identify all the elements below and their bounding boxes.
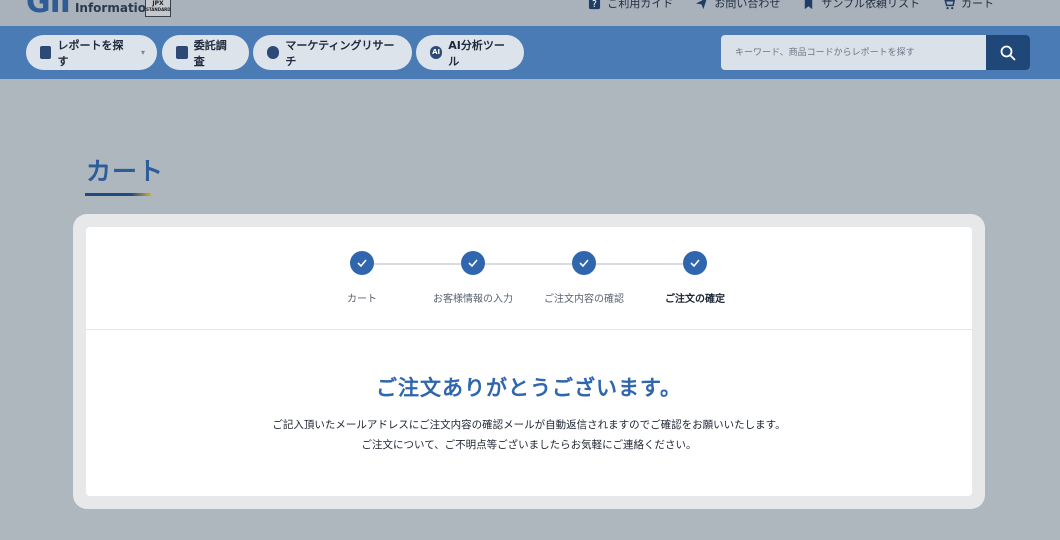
nav-label: レポートを探す bbox=[57, 38, 124, 68]
util-link-contact[interactable]: お問い合わせ bbox=[695, 0, 780, 11]
step-label: お客様情報の入力 bbox=[433, 294, 513, 305]
badge-line2: STANDARD bbox=[146, 6, 171, 12]
page-title: カート bbox=[86, 157, 165, 186]
check-icon bbox=[357, 259, 367, 268]
thank-you-heading: ご注文ありがとうございます。 bbox=[376, 376, 682, 400]
report-icon bbox=[40, 46, 52, 59]
badge-line1: JPX bbox=[152, 0, 164, 7]
step-cart bbox=[350, 251, 374, 275]
util-link-guide[interactable]: ? ご利用ガイド bbox=[588, 0, 673, 11]
check-icon bbox=[468, 259, 478, 268]
checkout-stepper: カート お客様情報の入力 ご注文内容の確認 ご注文の確定 bbox=[86, 227, 972, 329]
check-icon bbox=[690, 259, 700, 268]
confirmation-message-line2: ご注文について、ご不明点等ございましたらお気軽にご連絡ください。 bbox=[361, 439, 697, 451]
question-icon: ? bbox=[589, 0, 601, 10]
chevron-down-icon: ▾ bbox=[140, 48, 145, 57]
document-search-icon bbox=[176, 46, 188, 59]
step-connector bbox=[473, 263, 584, 265]
search-button[interactable] bbox=[986, 35, 1030, 70]
svg-text:?: ? bbox=[592, 0, 597, 10]
step-order-review bbox=[572, 251, 596, 275]
logo-text: Information bbox=[74, 1, 155, 15]
paper-plane-icon bbox=[696, 0, 707, 9]
util-link-label: お問い合わせ bbox=[714, 0, 781, 10]
step-customer-info bbox=[461, 251, 485, 275]
ai-icon: AI bbox=[430, 46, 443, 59]
step-label: カート bbox=[347, 294, 377, 305]
step-connector bbox=[362, 263, 473, 265]
top-utility-bar: GII Information JPX STANDARD ? ご利用ガイド お問… bbox=[0, 0, 1060, 26]
search-bar bbox=[721, 35, 1030, 70]
site-logo[interactable]: GII Information bbox=[26, 0, 155, 18]
nav-commissioned-research[interactable]: 委託調査 bbox=[162, 35, 249, 70]
step-connector bbox=[584, 263, 695, 265]
nav-ai-analysis-tool[interactable]: AI AI分析ツール bbox=[416, 35, 524, 70]
nav-find-reports[interactable]: レポートを探す ▾ bbox=[26, 35, 157, 70]
step-label-active: ご注文の確定 bbox=[665, 294, 725, 305]
divider bbox=[86, 329, 972, 330]
main-nav: レポートを探す ▾ 委託調査 マーケティングリサーチ AI AI分析ツール bbox=[0, 26, 1060, 79]
logo-mark: GII bbox=[26, 0, 71, 20]
utility-nav: ? ご利用ガイド お問い合わせ サンプル依頼リスト カート bbox=[588, 0, 994, 11]
order-complete-card: カート お客様情報の入力 ご注文内容の確認 ご注文の確定 ご注文ありがとうござい… bbox=[86, 227, 972, 496]
search-icon bbox=[1000, 45, 1016, 61]
title-underline bbox=[85, 193, 151, 196]
search-input[interactable] bbox=[721, 35, 986, 70]
nav-marketing-research[interactable]: マーケティングリサーチ bbox=[253, 35, 412, 70]
nav-label: 委託調査 bbox=[193, 38, 227, 68]
step-order-confirmed bbox=[683, 251, 707, 275]
chart-search-icon bbox=[267, 46, 280, 59]
confirmation-message-line1: ご記入頂いたメールアドレスにご注文内容の確認メールが自動返信されますのでご確認を… bbox=[272, 419, 786, 431]
nav-label: マーケティングリサーチ bbox=[285, 38, 395, 68]
hamburger-menu-icon[interactable] bbox=[1024, 0, 1044, 12]
util-link-sample-list[interactable]: サンプル依頼リスト bbox=[802, 0, 920, 11]
nav-label: AI分析ツール bbox=[448, 38, 505, 68]
step-label: ご注文内容の確認 bbox=[544, 294, 624, 305]
util-link-cart[interactable]: カート bbox=[942, 0, 994, 11]
bookmark-icon bbox=[805, 0, 813, 9]
cart-icon bbox=[944, 0, 955, 9]
jpx-badge: JPX STANDARD bbox=[145, 0, 171, 17]
check-icon bbox=[579, 259, 589, 268]
util-link-label: ご利用ガイド bbox=[607, 0, 674, 10]
util-link-label: カート bbox=[961, 0, 994, 10]
util-link-label: サンプル依頼リスト bbox=[821, 0, 920, 10]
